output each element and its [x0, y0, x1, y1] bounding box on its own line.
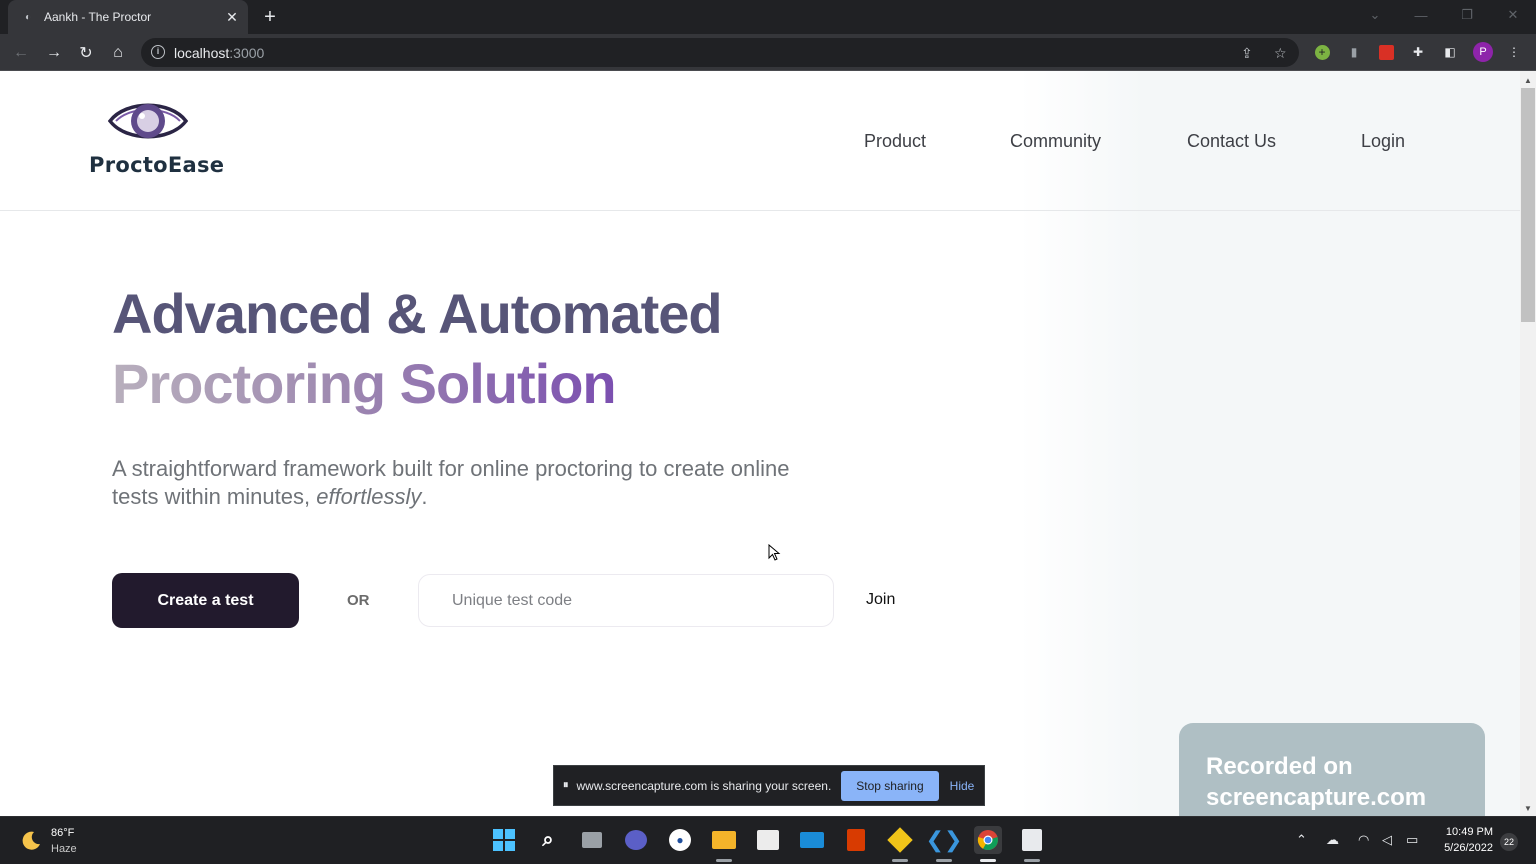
- side-panel-icon[interactable]: ◧: [1441, 43, 1459, 61]
- tab-search-icon[interactable]: ⌄: [1352, 0, 1398, 30]
- store-icon[interactable]: [754, 826, 782, 854]
- site-info-icon[interactable]: i: [151, 45, 165, 59]
- task-view-icon[interactable]: [578, 826, 606, 854]
- search-icon[interactable]: ⌕: [534, 826, 562, 854]
- bookmark-star-icon[interactable]: ☆: [1274, 45, 1287, 62]
- create-test-button[interactable]: Create a test: [112, 573, 299, 628]
- hero-subtitle: A straightforward framework built for on…: [112, 456, 790, 509]
- mail-icon[interactable]: [798, 826, 826, 854]
- notification-badge[interactable]: 22: [1500, 833, 1518, 851]
- share-icon[interactable]: ⇪: [1241, 45, 1253, 62]
- snipping-tool-icon[interactable]: [1018, 826, 1046, 854]
- app-icon[interactable]: ●: [666, 826, 694, 854]
- hero-title-line1: Advanced & Automated: [112, 282, 723, 345]
- forward-icon[interactable]: →: [41, 40, 67, 66]
- restore-icon[interactable]: ❐: [1444, 0, 1490, 30]
- menu-kebab-icon[interactable]: ⋮: [1505, 43, 1523, 61]
- browser-titlebar: ◐ Aankh - The Proctor ✕ + ⌄ — ❐ ✕: [0, 0, 1536, 34]
- clock-date[interactable]: 5/26/2022: [1433, 842, 1493, 854]
- profile-avatar[interactable]: P: [1473, 42, 1493, 62]
- browser-tab[interactable]: ◐ Aankh - The Proctor ✕: [8, 0, 248, 34]
- logo-eye-icon[interactable]: [108, 97, 188, 145]
- extension-red-icon[interactable]: [1377, 43, 1395, 61]
- scrollbar-thumb[interactable]: [1521, 88, 1535, 322]
- chrome-icon[interactable]: [974, 826, 1002, 854]
- tray-chevron-icon[interactable]: ⌃: [1296, 832, 1307, 848]
- new-tab-button[interactable]: +: [258, 6, 282, 28]
- web-page: ProctoEase Product Community Contact Us …: [0, 71, 1520, 816]
- browser-toolbar: ← → ↻ ⌂ i localhost:3000 ⇪ ☆ + ▮ ✚ ◧ P ⋮: [0, 34, 1536, 71]
- site-header: ProctoEase Product Community Contact Us …: [0, 71, 1520, 211]
- or-separator: OR: [347, 592, 370, 609]
- onedrive-icon[interactable]: ☁: [1326, 832, 1339, 848]
- windows-taskbar: 86°F Haze ⌕ ● ❮❯ ⌃ ☁ ◠ ◁ ▭ 10:49 PM 5/26…: [0, 816, 1536, 864]
- tab-favicon-icon: ◐: [24, 11, 32, 23]
- start-icon[interactable]: [490, 826, 518, 854]
- minimize-icon[interactable]: —: [1398, 0, 1444, 30]
- file-explorer-icon[interactable]: [710, 826, 738, 854]
- url-text: localhost:3000: [174, 45, 265, 61]
- teams-chat-icon[interactable]: [622, 826, 650, 854]
- battery-icon[interactable]: ▭: [1406, 832, 1418, 848]
- back-icon[interactable]: ←: [8, 40, 34, 66]
- extension-green-icon[interactable]: +: [1313, 43, 1331, 61]
- screen-share-bar: ⏸ www.screencapture.com is sharing your …: [553, 765, 985, 806]
- hero-title-line2: Proctoring Solution: [112, 352, 617, 415]
- share-message: www.screencapture.com is sharing your sc…: [576, 778, 832, 793]
- join-button[interactable]: Join: [866, 591, 895, 609]
- scroll-down-icon[interactable]: ▼: [1520, 800, 1536, 816]
- scroll-up-icon[interactable]: ▲: [1520, 72, 1536, 88]
- extensions-puzzle-icon[interactable]: ✚: [1409, 43, 1427, 61]
- git-icon[interactable]: [886, 826, 914, 854]
- weather-desc[interactable]: Haze: [51, 843, 77, 855]
- pause-icon: ⏸: [563, 779, 569, 791]
- stop-sharing-button[interactable]: Stop sharing: [841, 770, 939, 801]
- nav-login-link[interactable]: Login: [1361, 131, 1405, 152]
- extension-grey-icon[interactable]: ▮: [1345, 43, 1363, 61]
- mouse-cursor-icon: [768, 544, 781, 561]
- window-controls: ⌄ — ❐ ✕: [1352, 0, 1536, 34]
- vscode-icon[interactable]: ❮❯: [926, 826, 963, 854]
- watermark-line2: screencapture.com: [1206, 784, 1427, 811]
- wifi-icon[interactable]: ◠: [1358, 832, 1369, 848]
- nav-product-link[interactable]: Product: [864, 131, 926, 152]
- nav-community-link[interactable]: Community: [1010, 131, 1101, 152]
- reload-icon[interactable]: ↻: [73, 40, 99, 66]
- watermark-line1: Recorded on: [1206, 753, 1353, 780]
- tab-close-icon[interactable]: ✕: [222, 7, 242, 27]
- address-bar[interactable]: i localhost:3000 ⇪ ☆: [141, 38, 1299, 67]
- weather-temp[interactable]: 86°F: [51, 827, 74, 839]
- logo-text[interactable]: ProctoEase: [89, 153, 224, 177]
- weather-moon-icon[interactable]: [20, 829, 42, 851]
- hide-button[interactable]: Hide: [950, 779, 975, 793]
- tab-title: Aankh - The Proctor: [44, 10, 152, 24]
- clock-time[interactable]: 10:49 PM: [1437, 826, 1493, 838]
- office-icon[interactable]: [842, 826, 870, 854]
- nav-contact-link[interactable]: Contact Us: [1187, 131, 1276, 152]
- test-code-input[interactable]: [418, 574, 834, 627]
- volume-icon[interactable]: ◁: [1382, 832, 1392, 848]
- close-window-icon[interactable]: ✕: [1490, 0, 1536, 30]
- home-icon[interactable]: ⌂: [105, 40, 131, 66]
